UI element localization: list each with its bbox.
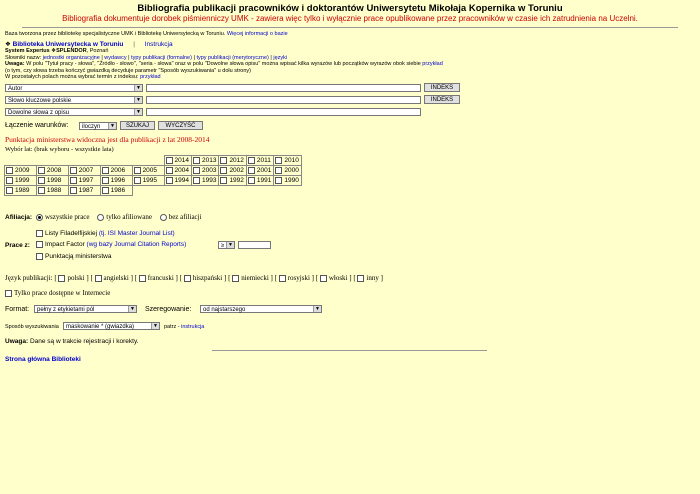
instruction-link[interactable]: Instrukcja xyxy=(145,41,173,48)
lang-inny[interactable]: inny xyxy=(357,274,379,282)
year-checkbox[interactable]: 2003 xyxy=(190,165,220,176)
chevron-down-icon: ▼ xyxy=(108,123,116,129)
year-checkbox[interactable]: 1994 xyxy=(163,175,192,186)
year-checkbox[interactable]: 2006 xyxy=(99,165,133,176)
chevron-down-icon: ▼ xyxy=(134,109,142,115)
year-checkbox[interactable]: 1990 xyxy=(273,175,302,186)
works-label: Prace z: xyxy=(5,242,30,249)
affiliation-options: wszystkie prace tylko afiliowane bez afi… xyxy=(36,213,202,221)
affiliation-none[interactable]: bez afiliacji xyxy=(159,213,202,221)
field-input-2[interactable] xyxy=(146,96,421,104)
lang-rosyjski[interactable]: rosyjski xyxy=(278,274,310,282)
years-table: 2014 2013 2012 2011 2010 2009 2008 2007 … xyxy=(4,155,302,196)
search-button[interactable]: SZUKAJ xyxy=(120,121,155,130)
year-checkbox[interactable]: 2005 xyxy=(131,165,165,176)
chevron-down-icon: ▼ xyxy=(226,242,234,248)
year-checkbox[interactable]: 1993 xyxy=(190,175,220,186)
points-note: Punktacja ministerstwa widoczna jest dla… xyxy=(5,135,210,144)
system-line: System Expertus ❖SPLENDOR, Poznań xyxy=(5,48,109,54)
year-checkbox[interactable]: 1988 xyxy=(35,185,69,196)
field-select-1[interactable]: Autor ▼ xyxy=(5,84,143,92)
year-checkbox[interactable]: 2011 xyxy=(245,155,275,166)
chevron-down-icon: ▼ xyxy=(313,306,321,312)
intro-line: Baza tworzona przez bibliotekę specjalis… xyxy=(5,31,288,37)
chevron-down-icon: ▼ xyxy=(128,306,136,312)
index-button-1[interactable]: INDEKS xyxy=(424,83,460,92)
header-divider xyxy=(22,27,678,28)
chevron-down-icon: ▼ xyxy=(134,85,142,91)
year-checkbox[interactable]: 1989 xyxy=(4,185,37,196)
chevron-down-icon: ▼ xyxy=(151,323,159,329)
library-link[interactable]: Biblioteka Uniwersytecka w Toruniu xyxy=(13,41,124,48)
method-see: patrz - instrukcja xyxy=(164,324,205,330)
format-label: Format: xyxy=(5,306,30,313)
field-input-1[interactable] xyxy=(146,84,421,92)
philadelphia-option[interactable]: Listy Filadelfijskiej (tj. ISI Master Jo… xyxy=(36,230,175,237)
year-checkbox[interactable]: 1995 xyxy=(131,175,165,186)
page-subtitle: Bibliografia dokumentuje dorobek piśmien… xyxy=(62,14,638,23)
field-input-3[interactable] xyxy=(146,108,421,116)
lang-francuski[interactable]: francuski xyxy=(138,274,174,282)
affiliation-all[interactable]: wszystkie prace xyxy=(36,213,90,221)
lang-angielski[interactable]: angielski xyxy=(94,274,129,282)
year-checkbox[interactable]: 2009 xyxy=(4,165,37,176)
note-line3: W pozostałych polach można wybrać termin… xyxy=(5,74,161,80)
conditions-select[interactable]: iloczyn ▼ xyxy=(79,122,117,130)
home-library-link[interactable]: Strona główna Biblioteki xyxy=(5,356,81,363)
chevron-down-icon: ▼ xyxy=(134,97,142,103)
lang-wloski[interactable]: włoski xyxy=(319,274,347,282)
conditions-label: Łączenie warunków: xyxy=(5,122,69,129)
sort-select[interactable]: od najstarszego ▼ xyxy=(200,305,322,313)
clear-button[interactable]: WYCZYŚĆ xyxy=(158,121,203,130)
year-checkbox[interactable]: 2013 xyxy=(190,155,220,166)
lang-polski[interactable]: polski xyxy=(58,274,85,282)
year-checkbox[interactable]: 2004 xyxy=(163,165,192,176)
year-checkbox[interactable]: 2010 xyxy=(273,155,302,166)
remark: Uwaga: Dane są w trakcie rejestracji i k… xyxy=(5,338,139,345)
field-select-3[interactable]: Dowolne słowa z opisu ▼ xyxy=(5,108,143,116)
impact-value-input[interactable] xyxy=(238,241,271,249)
year-checkbox[interactable]: 2000 xyxy=(273,165,302,176)
year-checkbox[interactable]: 2008 xyxy=(35,165,69,176)
year-checkbox[interactable]: 2014 xyxy=(163,155,192,166)
internet-only-option[interactable]: Tylko prace dostępne w Internecie xyxy=(5,289,110,297)
year-checkbox[interactable]: 1999 xyxy=(4,175,37,186)
affiliation-label: Afiliacja: xyxy=(5,214,33,221)
year-checkbox[interactable]: 1996 xyxy=(99,175,133,186)
impact-option[interactable]: Impact Factor (wg bazy Journal Citation … xyxy=(36,241,186,248)
page-title: Bibliografia publikacji pracowników i do… xyxy=(137,3,563,14)
year-checkbox[interactable]: 2001 xyxy=(245,165,275,176)
sort-label: Szeregowanie: xyxy=(145,306,192,313)
more-info-link[interactable]: Więcej informacji o bazie xyxy=(227,31,288,37)
example-link-2[interactable]: przykład xyxy=(140,74,160,80)
languages-row: Język publikacji: [ polski ] [ angielski… xyxy=(5,274,383,282)
year-checkbox[interactable]: 2007 xyxy=(67,165,101,176)
method-select[interactable]: maskowanie * (gwiazdka) ▼ xyxy=(63,322,160,330)
lang-hiszpanski[interactable]: hiszpański xyxy=(183,274,222,282)
affiliation-only[interactable]: tylko afiliowane xyxy=(97,213,152,221)
method-label: Sposób wyszukiwania xyxy=(5,324,59,330)
note-line1: Uwaga: W polu "Tytuł pracy - słowa", "Źr… xyxy=(5,61,443,67)
year-checkbox[interactable]: 1991 xyxy=(245,175,275,186)
field-select-2[interactable]: Słowo kluczowe polskie ▼ xyxy=(5,96,143,104)
years-label: Wybór lat: (brak wyboru - wszystkie lata… xyxy=(5,146,114,153)
format-select[interactable]: pełny z etykietami pól ▼ xyxy=(34,305,137,313)
points-option[interactable]: Punktacją ministerstwa xyxy=(36,253,111,260)
year-checkbox[interactable]: 1986 xyxy=(99,185,133,196)
year-checkbox[interactable]: 1997 xyxy=(67,175,101,186)
lang-niemiecki[interactable]: niemiecki xyxy=(232,274,269,282)
year-checkbox[interactable]: 1998 xyxy=(35,175,69,186)
method-instruction-link[interactable]: instrukcja xyxy=(181,324,204,330)
year-checkbox[interactable]: 1992 xyxy=(218,175,247,186)
year-checkbox[interactable]: 2002 xyxy=(218,165,247,176)
library-line: ❖ Biblioteka Uniwersytecka w Toruniu | I… xyxy=(5,41,173,48)
library-icon: ❖ xyxy=(5,41,11,48)
footer-divider xyxy=(212,350,487,351)
example-link-1[interactable]: przykład xyxy=(422,61,442,67)
year-checkbox[interactable]: 2012 xyxy=(218,155,247,166)
index-button-2[interactable]: INDEKS xyxy=(424,95,460,104)
impact-operator-select[interactable]: ≥ ▼ xyxy=(218,241,235,249)
year-checkbox[interactable]: 1987 xyxy=(67,185,101,196)
